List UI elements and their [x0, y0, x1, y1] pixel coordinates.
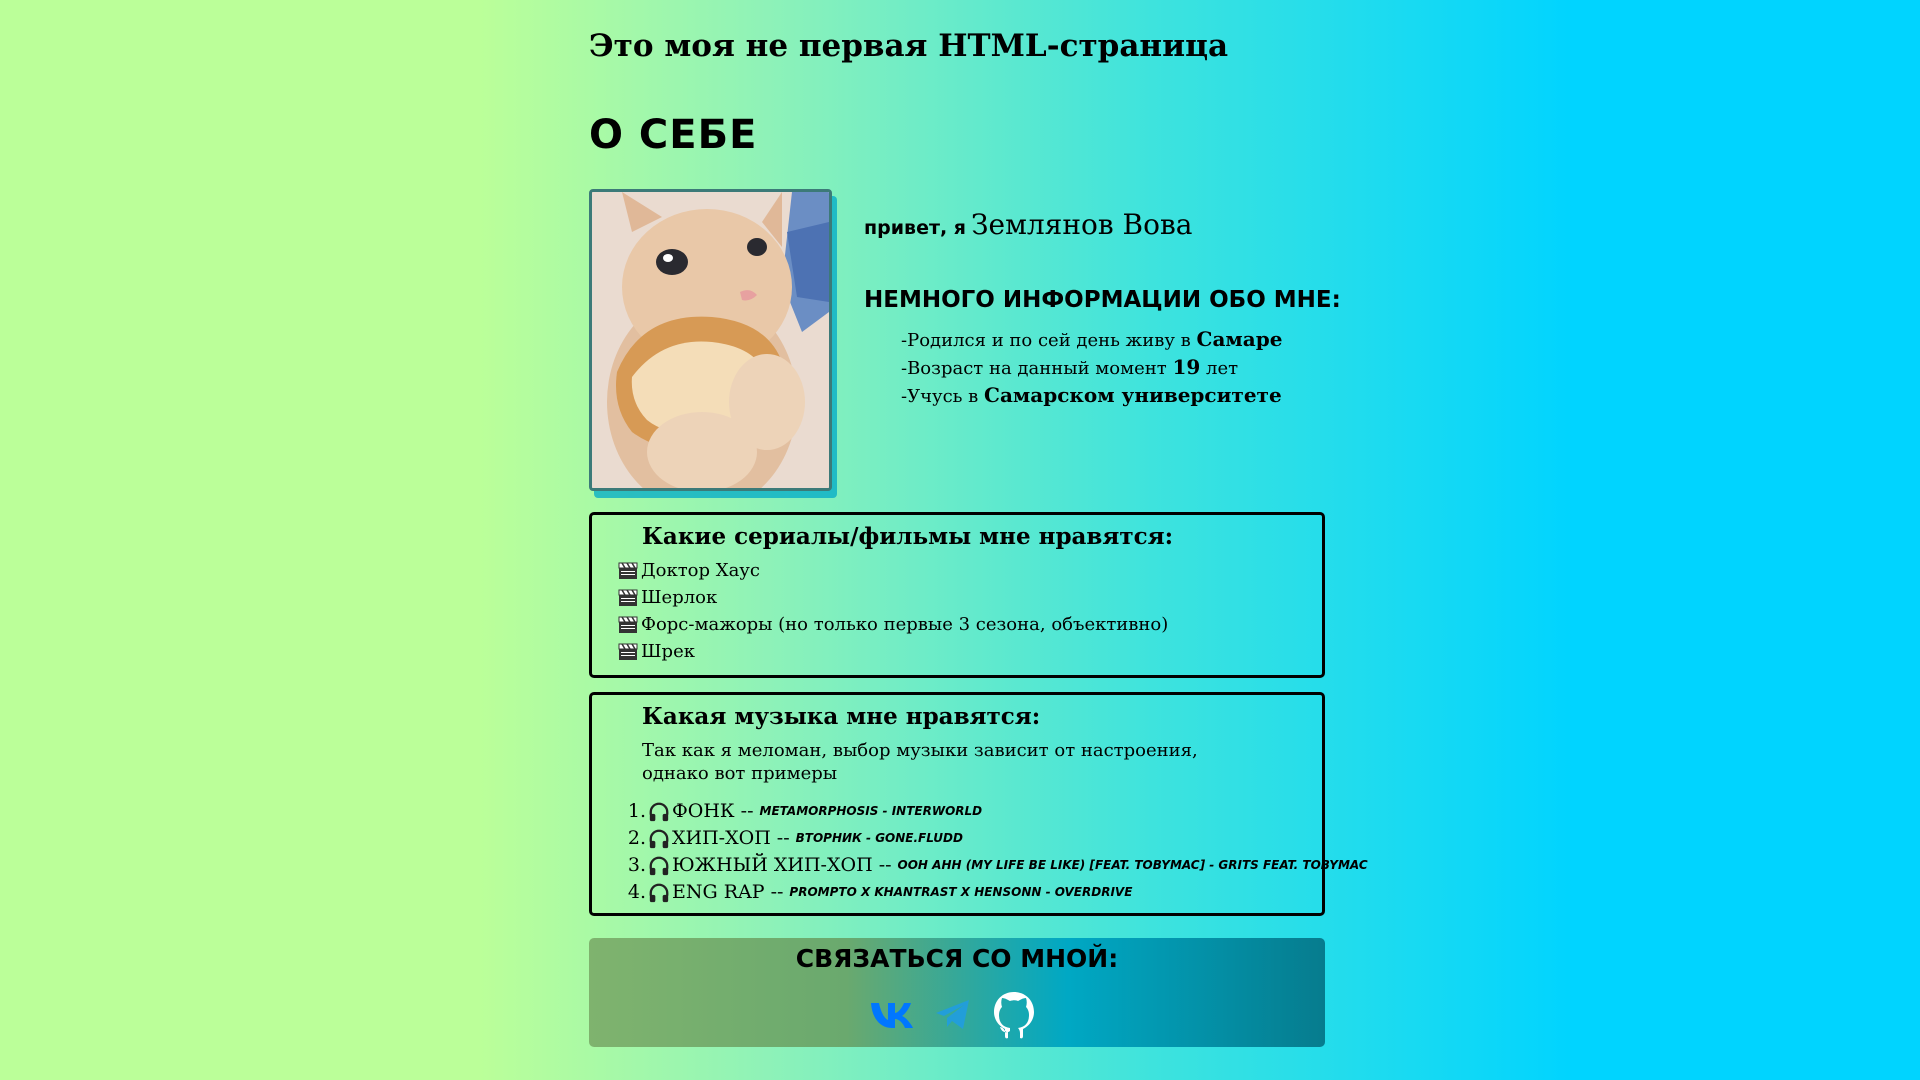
page-title: Это моя не первая HTML-страница [589, 28, 1229, 64]
about-heading: О СЕБЕ [589, 112, 758, 158]
greeting: привет, я Землянов Вова [864, 208, 1192, 241]
fact-item: -Учусь в Самарском университете [901, 383, 1282, 407]
greeting-prefix: привет, я [864, 217, 966, 239]
list-item: 4. ENG RAP -- PROMPTO X KHANTRAST X HENS… [627, 881, 1133, 903]
list-item: 2. ХИП-ХОП -- ВТОРНИК - GONE.FLUDD [627, 827, 963, 849]
cat-photo-image [592, 192, 829, 488]
contact-heading: СВЯЗАТЬСЯ СО МНОЙ: [795, 944, 1119, 973]
music-list: 1. ФОНК -- METAMORPHOSIS - INTERWORLD 2.… [618, 798, 1368, 906]
list-item: Шрек [618, 638, 1168, 665]
cat-photo [589, 189, 832, 491]
info-heading: НЕМНОГО ИНФОРМАЦИИ ОБО МНЕ: [864, 287, 1341, 313]
list-item: Доктор Хаус [618, 557, 1168, 584]
movies-heading: Какие сериалы/фильмы мне нравятся: [642, 523, 1174, 550]
contact-section: СВЯЗАТЬСЯ СО МНОЙ: [589, 938, 1325, 1047]
github-icon[interactable] [991, 990, 1037, 1044]
headphones-icon [649, 856, 669, 875]
music-section: Какая музыка мне нравятся: Так как я мел… [589, 692, 1368, 916]
list-item: 1. ФОНК -- METAMORPHOSIS - INTERWORLD [627, 800, 983, 822]
movies-list: Доктор Хаус Шерлок Форс-мажоры (но тольк… [618, 557, 1168, 665]
vk-icon[interactable] [869, 997, 915, 1037]
movies-section: Какие сериалы/фильмы мне нравятся: Докто… [589, 512, 1325, 678]
clapperboard-icon [618, 643, 638, 660]
headphones-icon [649, 829, 669, 848]
clapperboard-icon [618, 562, 638, 579]
list-item: Шерлок [618, 584, 1168, 611]
music-description: Так как я меломан, выбор музыки зависит … [642, 740, 1198, 784]
author-name: Землянов Вова [971, 208, 1193, 241]
list-item: 3. ЮЖНЫЙ ХИП-ХОП -- OOH AHH (MY LIFE BE … [627, 854, 1368, 876]
headphones-icon [649, 883, 669, 902]
list-item: Форс-мажоры (но только первые 3 сезона, … [618, 611, 1168, 638]
fact-item: -Родился и по сей день живу в Самаре [901, 327, 1283, 351]
facts-list: -Родился и по сей день живу в Самаре -Во… [901, 326, 1282, 410]
clapperboard-icon [618, 589, 638, 606]
fact-item: -Возраст на данный момент 19 лет [901, 355, 1239, 379]
headphones-icon [649, 802, 669, 821]
music-heading: Какая музыка мне нравятся: [642, 703, 1041, 730]
telegram-icon[interactable] [933, 997, 973, 1037]
clapperboard-icon [618, 616, 638, 633]
social-links [869, 990, 1037, 1044]
